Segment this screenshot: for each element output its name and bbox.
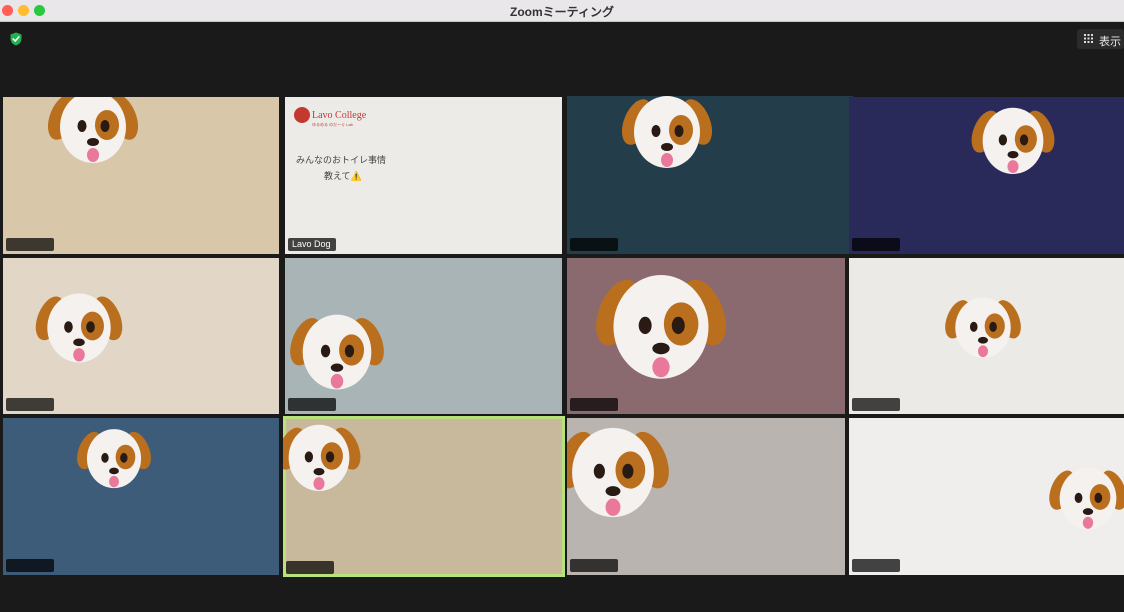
window-titlebar: Zoomミーティング (0, 0, 1124, 22)
slide-brand: Lavo College (312, 110, 367, 121)
participant-name (570, 559, 618, 572)
dog-face-icon (1049, 467, 1124, 530)
participant-name: Lavo Dog (288, 238, 336, 251)
participant-name (852, 398, 900, 411)
dog-face-icon (283, 424, 361, 491)
window-title: Zoomミーティング (510, 5, 614, 19)
slide-headline: みんなのおトイレ事情 教えて⚠️ (296, 152, 416, 184)
video-tile[interactable] (3, 97, 279, 254)
dog-face-icon (77, 429, 151, 489)
dog-face-icon (945, 297, 1021, 358)
video-tile[interactable] (849, 97, 1124, 254)
video-tile[interactable] (849, 258, 1124, 414)
view-button[interactable]: 表示 (1077, 29, 1124, 49)
participant-name (6, 559, 54, 572)
slide-headline-line-2: 教えて⚠️ (324, 171, 362, 181)
video-tile[interactable] (567, 96, 853, 254)
participant-name (6, 238, 54, 251)
participant-name (852, 238, 900, 251)
participant-name (570, 238, 618, 251)
video-tile[interactable] (567, 418, 845, 575)
video-tile[interactable]: Lavo College ゆるめる のだーぐ Lab みんなのおトイレ事情 教え… (285, 97, 562, 254)
lavo-college-logo (294, 107, 310, 123)
dog-face-icon (621, 96, 713, 168)
view-label: 表示 (1099, 36, 1121, 48)
video-tile[interactable] (567, 258, 845, 414)
dog-face-icon (596, 275, 726, 379)
participant-name (286, 561, 334, 574)
dog-face-icon (290, 314, 384, 390)
slide-headline-line-1: みんなのおトイレ事情 (296, 155, 387, 165)
participant-name (852, 559, 900, 572)
video-tile[interactable] (3, 418, 279, 575)
grid-icon (1084, 34, 1093, 43)
active-speaker-tile[interactable] (283, 416, 565, 577)
dog-face-icon (971, 107, 1055, 174)
shield-check-icon[interactable] (9, 32, 23, 46)
dog-face-icon (567, 427, 669, 518)
participant-name (6, 398, 54, 411)
video-tile[interactable] (3, 258, 279, 414)
slide-subtitle: ゆるめる のだーぐ Lab (312, 122, 353, 127)
video-tile[interactable] (285, 258, 562, 414)
dog-face-icon (47, 97, 139, 163)
video-tile[interactable] (849, 418, 1124, 575)
dog-face-icon (35, 293, 123, 363)
participant-name (570, 398, 618, 411)
